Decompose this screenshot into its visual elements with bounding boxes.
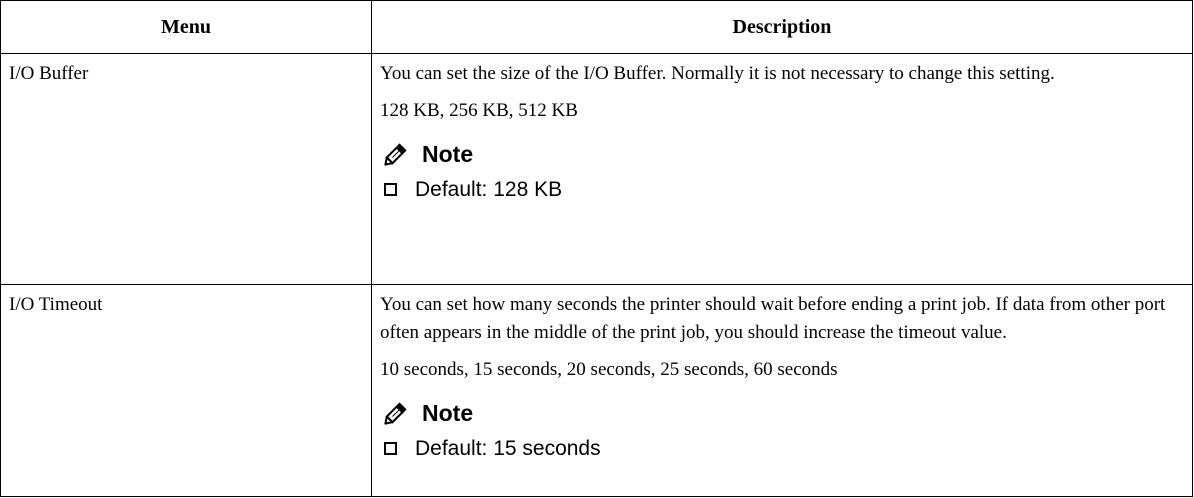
note-item: Default: 128 KB [380,173,1184,207]
menu-column-header: Menu [0,0,372,54]
setting-values: 10 seconds, 15 seconds, 20 seconds, 25 s… [380,359,838,380]
table-header: Menu Description [0,0,1193,54]
setting-values: 128 KB, 256 KB, 512 KB [380,100,578,121]
checkbox-icon [384,182,397,196]
note-block: Note Default: 15 seconds [380,396,1184,466]
note-item: Default: 15 seconds [380,432,1184,466]
description-text: You can set how many seconds the printer… [380,294,1166,343]
table-row: I/O Buffer You can set the size of the I… [0,53,1193,285]
note-title: Note [422,400,474,426]
description-cell: You can set the size of the I/O Buffer. … [371,53,1193,285]
settings-table: Menu Description I/O Buffer You can set … [0,0,1193,497]
table-body: I/O Buffer You can set the size of the I… [0,53,1193,497]
description-cell: You can set how many seconds the printer… [371,284,1193,497]
table-row: I/O Timeout You can set how many seconds… [0,284,1193,497]
note-item-text: Default: 15 seconds [415,437,601,460]
note-title: Note [422,141,474,167]
menu-cell: I/O Timeout [0,284,372,497]
note-heading: Note [380,137,1184,171]
pencil-icon [384,402,407,425]
note-heading: Note [380,396,1184,430]
pencil-icon [384,143,407,166]
header-row: Menu Description [0,0,1193,54]
menu-cell: I/O Buffer [0,53,372,285]
note-block: Note Default: 128 KB [380,137,1184,207]
description-text: You can set the size of the I/O Buffer. … [380,63,1055,84]
description-column-header: Description [371,0,1193,54]
checkbox-icon [384,441,397,455]
note-item-text: Default: 128 KB [415,178,563,201]
